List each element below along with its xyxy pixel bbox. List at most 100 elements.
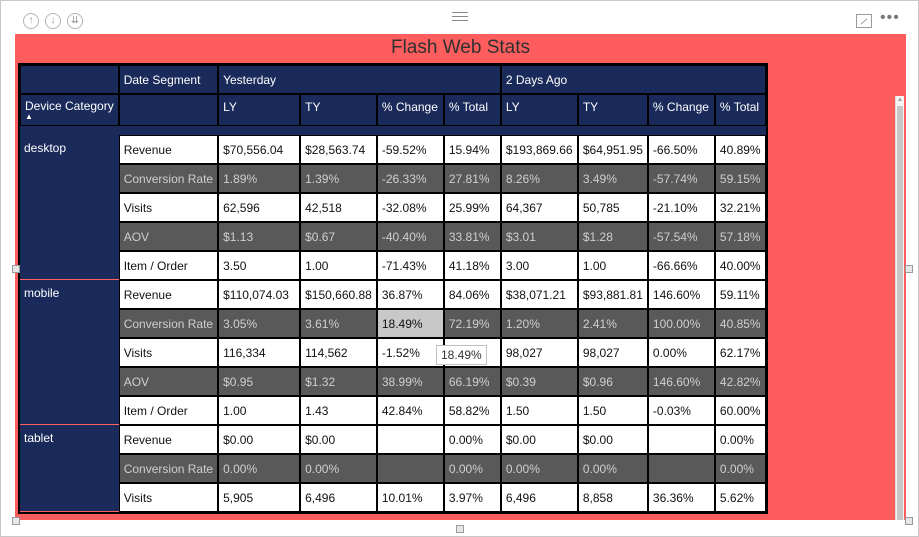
header-col-0[interactable]: LY [218, 94, 301, 126]
value-cell[interactable]: 1.50 [500, 396, 578, 425]
value-cell[interactable]: 84.06% [443, 280, 501, 309]
value-cell[interactable]: 1.00 [218, 396, 301, 425]
more-options-icon[interactable]: ••• [880, 9, 900, 27]
value-cell[interactable]: 1.50 [577, 396, 648, 425]
value-cell[interactable]: 10.01% [376, 483, 444, 512]
metric-label[interactable]: Revenue [118, 135, 219, 164]
metric-label[interactable]: Conversion Rate [118, 164, 219, 193]
value-cell[interactable]: 2.41% [577, 309, 648, 338]
header-col-2[interactable]: % Change [376, 94, 444, 126]
value-cell[interactable]: 0.00% [714, 425, 766, 454]
value-cell[interactable]: 42.84% [376, 396, 444, 425]
value-cell[interactable]: $0.67 [300, 222, 377, 251]
value-cell[interactable]: $0.00 [577, 425, 648, 454]
value-cell[interactable]: 0.00% [500, 454, 578, 483]
value-cell[interactable]: 0.00% [714, 454, 766, 483]
value-cell[interactable]: 146.60% [647, 367, 715, 396]
header-group-yesterday[interactable]: Yesterday [218, 65, 501, 94]
value-cell[interactable]: $110,074.03 [218, 280, 301, 309]
value-cell[interactable]: $1.32 [300, 367, 377, 396]
value-cell[interactable]: $70,556.04 [218, 135, 301, 164]
value-cell[interactable]: 58.82% [443, 396, 501, 425]
scroll-up-icon[interactable]: ▲ [896, 96, 904, 104]
value-cell[interactable] [376, 425, 444, 454]
header-col-7[interactable]: % Total [714, 94, 766, 126]
value-cell[interactable]: 8,858 [577, 483, 648, 512]
value-cell[interactable]: 0.00% [300, 454, 377, 483]
metric-label[interactable]: Item / Order [118, 396, 219, 425]
drill-up-icon[interactable]: ↑ [23, 13, 39, 29]
value-cell[interactable]: 42.82% [714, 367, 766, 396]
metric-label[interactable]: Visits [118, 338, 219, 367]
value-cell[interactable]: $0.00 [500, 425, 578, 454]
value-cell[interactable]: 1.00 [577, 251, 648, 280]
value-cell[interactable]: 0.00% [577, 454, 648, 483]
value-cell[interactable]: $0.39 [500, 367, 578, 396]
drag-grip-icon[interactable] [452, 12, 468, 22]
value-cell[interactable]: 3.61% [300, 309, 377, 338]
value-cell[interactable]: 98,027 [577, 338, 648, 367]
value-cell[interactable]: $1.28 [577, 222, 648, 251]
value-cell[interactable]: 114,562 [300, 338, 377, 367]
value-cell[interactable]: 41.18% [443, 251, 501, 280]
resize-handle-left[interactable] [12, 265, 20, 273]
value-cell[interactable]: 32.21% [714, 193, 766, 222]
metric-label[interactable]: Revenue [118, 425, 219, 454]
value-cell[interactable]: 0.00% [218, 454, 301, 483]
value-cell[interactable]: 1.00 [300, 251, 377, 280]
resize-handle-bottom-right[interactable] [905, 517, 913, 525]
value-cell[interactable] [647, 425, 715, 454]
value-cell[interactable]: 0.00% [443, 454, 501, 483]
value-cell[interactable]: -66.50% [647, 135, 715, 164]
value-cell[interactable]: $93,881.81 [577, 280, 648, 309]
value-cell[interactable]: -57.54% [647, 222, 715, 251]
value-cell[interactable]: 116,334 [218, 338, 301, 367]
value-cell[interactable]: 15.94% [443, 135, 501, 164]
expand-all-icon[interactable]: ⇊ [67, 13, 83, 29]
value-cell[interactable]: $64,951.95 [577, 135, 648, 164]
value-cell[interactable]: 59.15% [714, 164, 766, 193]
value-cell[interactable]: -0.03% [647, 396, 715, 425]
value-cell[interactable]: 42,518 [300, 193, 377, 222]
value-cell[interactable]: -57.74% [647, 164, 715, 193]
value-cell[interactable]: 146.60% [647, 280, 715, 309]
value-cell[interactable]: 40.00% [714, 251, 766, 280]
value-cell[interactable]: $3.01 [500, 222, 578, 251]
category-cell-mobile[interactable]: mobile [20, 280, 119, 425]
value-cell[interactable]: -21.10% [647, 193, 715, 222]
metric-label[interactable]: Conversion Rate [118, 309, 219, 338]
header-col-4[interactable]: LY [500, 94, 578, 126]
header-col-6[interactable]: % Change [647, 94, 715, 126]
metric-label[interactable]: Revenue [118, 280, 219, 309]
value-cell[interactable]: 1.43 [300, 396, 377, 425]
vertical-scrollbar[interactable]: ▲ ▼ [895, 96, 904, 520]
value-cell[interactable]: 3.05% [218, 309, 301, 338]
value-cell[interactable]: $0.95 [218, 367, 301, 396]
value-cell[interactable]: $0.96 [577, 367, 648, 396]
value-cell[interactable]: 66.19% [443, 367, 501, 396]
value-cell[interactable]: 40.89% [714, 135, 766, 164]
value-cell[interactable]: $28,563.74 [300, 135, 377, 164]
value-cell[interactable]: 8.26% [500, 164, 578, 193]
value-cell[interactable]: 0.00% [647, 338, 715, 367]
value-cell[interactable]: -40.40% [376, 222, 444, 251]
sort-ascending-icon[interactable]: ▲ [25, 113, 114, 121]
value-cell[interactable]: 1.89% [218, 164, 301, 193]
header-col-3[interactable]: % Total [443, 94, 501, 126]
value-cell[interactable]: 6,496 [500, 483, 578, 512]
value-cell[interactable]: 0.00% [443, 425, 501, 454]
value-cell[interactable]: $150,660.88 [300, 280, 377, 309]
resize-handle-bottom[interactable] [456, 525, 464, 533]
value-cell[interactable]: 57.18% [714, 222, 766, 251]
value-cell[interactable]: 3.97% [443, 483, 501, 512]
drill-down-icon[interactable]: ↓ [45, 13, 61, 29]
value-cell[interactable]: 62.17% [714, 338, 766, 367]
header-device-category[interactable]: Device Category ▲ [20, 94, 119, 126]
value-cell[interactable]: -59.52% [376, 135, 444, 164]
value-cell[interactable] [647, 454, 715, 483]
metric-label[interactable]: AOV [118, 222, 219, 251]
value-cell[interactable]: 62,596 [218, 193, 301, 222]
value-cell[interactable]: 3.00 [500, 251, 578, 280]
value-cell[interactable]: 98,027 [500, 338, 578, 367]
value-cell[interactable]: 59.11% [714, 280, 766, 309]
